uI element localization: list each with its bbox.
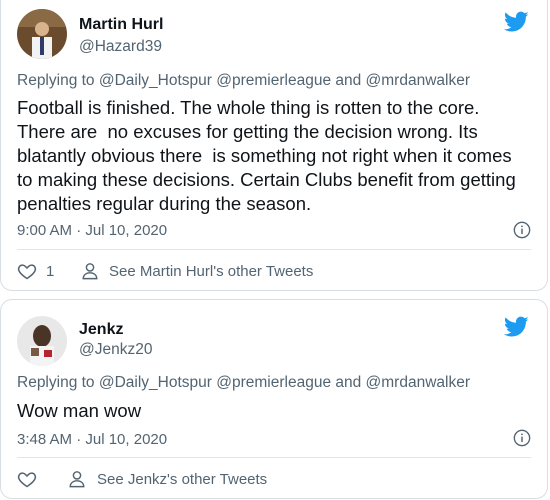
tweet-text: Wow man wow <box>17 399 537 423</box>
twitter-bird-icon[interactable] <box>504 11 529 33</box>
twitter-bird-icon[interactable] <box>504 316 529 338</box>
replying-to-mentions[interactable]: @Daily_Hotspur @premierleague and @mrdan… <box>99 374 470 391</box>
person-icon <box>82 263 98 280</box>
replying-to-mentions[interactable]: @Daily_Hotspur @premierleague and @mrdan… <box>99 72 470 89</box>
tweet-text-line: There are no excuses for getting the dec… <box>17 121 478 142</box>
tweet-text-line: blatantly obvious there is something not… <box>17 145 512 166</box>
tweet-text: Football is finished. The whole thing is… <box>17 96 537 216</box>
info-icon[interactable] <box>513 221 531 239</box>
see-other-tweets-link[interactable]: See Martin Hurl's other Tweets <box>109 263 313 280</box>
avatar-jenkz[interactable] <box>17 316 67 366</box>
display-name[interactable]: Jenkz <box>79 321 123 339</box>
user-handle[interactable]: @Hazard39 <box>79 38 162 56</box>
user-handle[interactable]: @Jenkz20 <box>79 341 152 359</box>
tweet-text-line: to making these decisions. Certain Clubs… <box>17 169 516 190</box>
avatar-martin-hurl[interactable] <box>17 9 67 59</box>
display-name[interactable]: Martin Hurl <box>79 16 163 34</box>
info-icon[interactable] <box>513 429 531 447</box>
like-count: 1 <box>46 263 55 280</box>
tweet-text-line: Wow man wow <box>17 400 142 421</box>
tweet-card-martin-hurl[interactable]: Martin Hurl @Hazard39 Replying to @Daily… <box>0 0 548 291</box>
see-other-tweets-link[interactable]: See Jenkz's other Tweets <box>97 471 267 488</box>
replying-to-label: Replying to <box>17 374 95 391</box>
person-icon <box>69 471 85 488</box>
divider <box>17 249 531 250</box>
replying-to: Replying to @Daily_Hotspur @premierleagu… <box>17 374 470 392</box>
replying-to-label: Replying to <box>17 72 95 89</box>
tweet-text-line: penalties regular during the season. <box>17 193 312 214</box>
tweet-card-jenkz[interactable]: Jenkz @Jenkz20 Replying to @Daily_Hotspu… <box>0 299 548 499</box>
heart-icon[interactable] <box>17 469 37 489</box>
replying-to: Replying to @Daily_Hotspur @premierleagu… <box>17 72 470 90</box>
tweet-timestamp[interactable]: 9:00 AM · Jul 10, 2020 <box>17 222 167 239</box>
tweet-timestamp[interactable]: 3:48 AM · Jul 10, 2020 <box>17 431 167 448</box>
divider <box>17 457 531 458</box>
tweet-text-line: Football is finished. The whole thing is… <box>17 97 480 118</box>
heart-icon[interactable] <box>17 261 37 281</box>
